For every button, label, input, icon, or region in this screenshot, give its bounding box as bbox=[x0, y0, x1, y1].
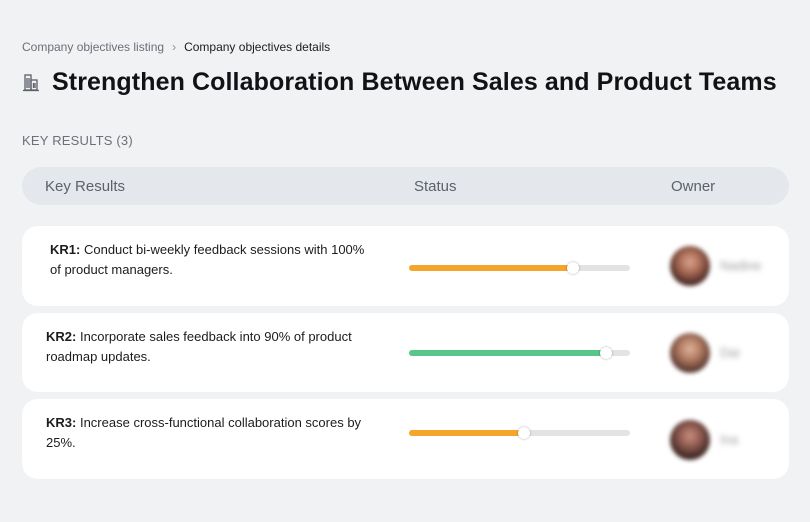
key-result-text: Conduct bi-weekly feedback sessions with… bbox=[50, 242, 365, 277]
progress-fill bbox=[409, 350, 606, 356]
key-result-row[interactable]: KR1: Conduct bi-weekly feedback sessions… bbox=[22, 226, 789, 306]
breadcrumb-objectives-listing-link[interactable]: Company objectives listing bbox=[22, 40, 164, 54]
key-results-count-label: KEY RESULTS (3) bbox=[22, 133, 133, 148]
key-result-description: KR2: Incorporate sales feedback into 90%… bbox=[46, 327, 366, 367]
progress-knob[interactable] bbox=[599, 347, 612, 359]
owner-name: Nadine bbox=[720, 258, 762, 273]
avatar[interactable] bbox=[670, 333, 710, 373]
progress-bar bbox=[409, 427, 630, 439]
avatar[interactable] bbox=[670, 246, 710, 286]
key-result-description: KR3: Increase cross-functional collabora… bbox=[46, 413, 366, 453]
breadcrumb: Company objectives listing › Company obj… bbox=[22, 40, 330, 54]
owner-name: Ina bbox=[720, 432, 739, 447]
progress-bar bbox=[409, 262, 630, 274]
key-result-text: Increase cross-functional collaboration … bbox=[46, 415, 362, 450]
page-title: Strengthen Collaboration Between Sales a… bbox=[52, 68, 777, 96]
avatar[interactable] bbox=[670, 420, 710, 460]
key-result-code: KR3: bbox=[46, 415, 77, 430]
key-result-code: KR2: bbox=[46, 329, 77, 344]
progress-bar bbox=[409, 347, 630, 359]
column-header-owner: Owner bbox=[671, 178, 716, 195]
column-header-key-results: Key Results bbox=[45, 178, 126, 195]
building-icon bbox=[22, 72, 40, 92]
progress-knob[interactable] bbox=[517, 427, 530, 439]
key-result-description: KR1: Conduct bi-weekly feedback sessions… bbox=[50, 240, 370, 280]
chevron-right-icon: › bbox=[172, 40, 177, 54]
owner-name: Dai bbox=[720, 345, 740, 360]
key-result-row[interactable]: KR2: Incorporate sales feedback into 90%… bbox=[22, 313, 789, 392]
key-result-text: Incorporate sales feedback into 90% of p… bbox=[46, 329, 352, 364]
progress-fill bbox=[409, 430, 524, 436]
progress-knob[interactable] bbox=[566, 262, 579, 274]
breadcrumb-current: Company objectives details bbox=[184, 40, 331, 54]
table-header: Key Results Status Owner bbox=[22, 167, 789, 205]
key-result-row[interactable]: KR3: Increase cross-functional collabora… bbox=[22, 399, 789, 479]
key-result-code: KR1: bbox=[50, 242, 81, 257]
title-row: Strengthen Collaboration Between Sales a… bbox=[22, 66, 777, 98]
column-header-status: Status bbox=[414, 178, 457, 195]
progress-fill bbox=[409, 265, 573, 271]
